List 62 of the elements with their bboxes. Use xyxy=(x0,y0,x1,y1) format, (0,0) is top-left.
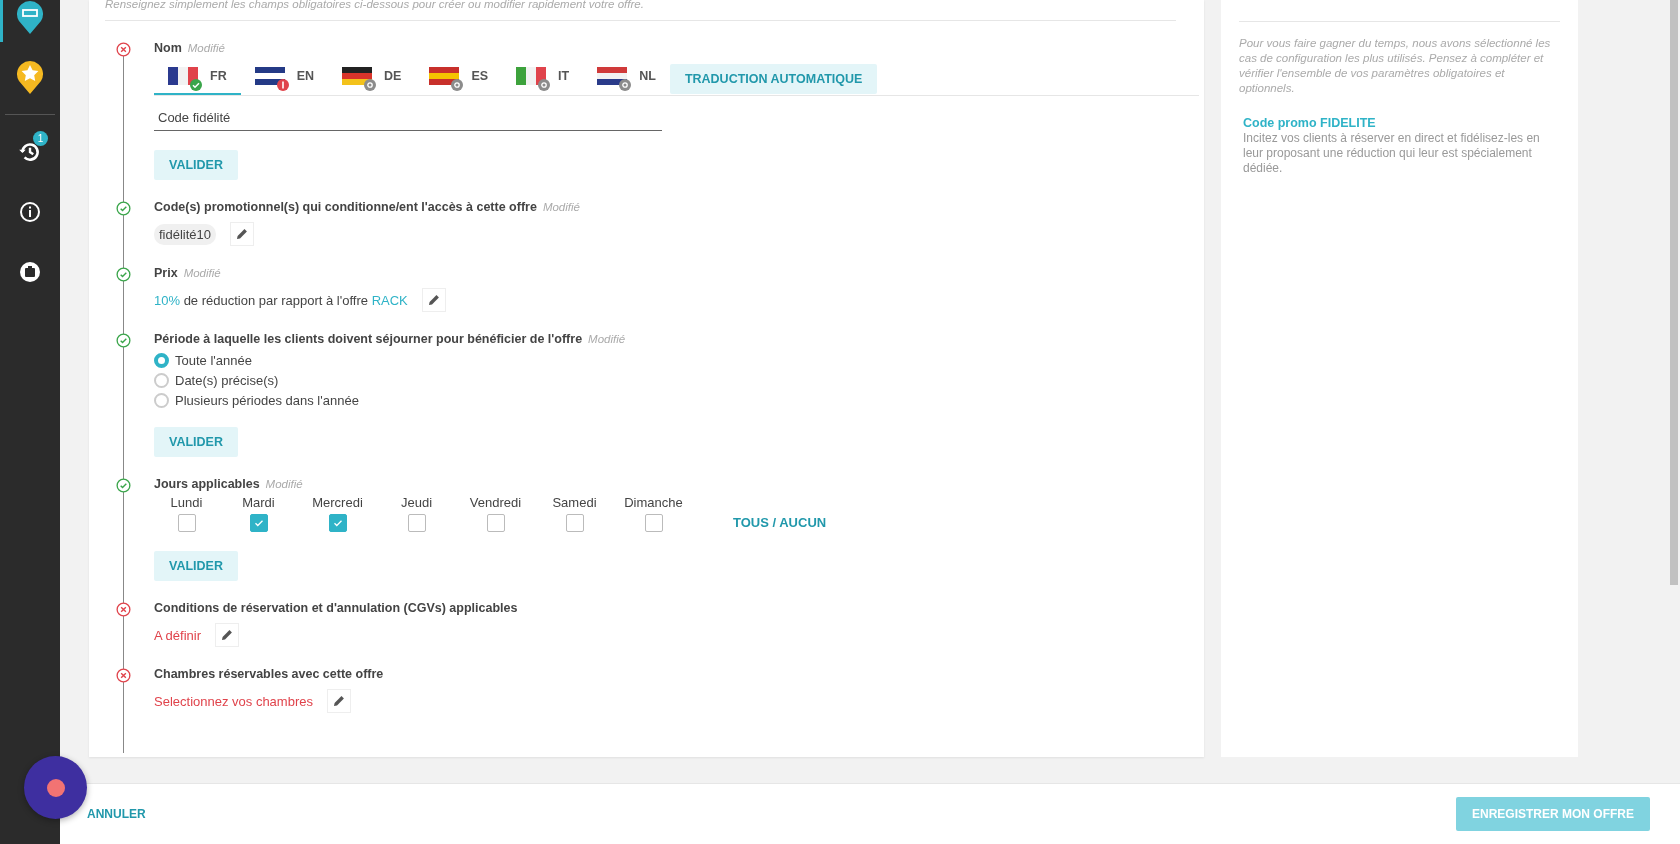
star-pin-icon xyxy=(15,59,45,95)
modified-label: Modifié xyxy=(183,267,221,279)
day-checkbox[interactable] xyxy=(249,514,268,532)
edit-button[interactable] xyxy=(327,689,351,713)
language-tab[interactable]: EN xyxy=(240,63,329,95)
modified-label: Modifié xyxy=(542,201,580,213)
flag-icon xyxy=(342,67,373,85)
edit-button[interactable] xyxy=(215,623,239,647)
undefined-value-text: A définir xyxy=(154,627,201,643)
edit-button[interactable] xyxy=(421,288,446,312)
price-text: 10% de réduction par rapport à l'offre RACK xyxy=(154,292,408,308)
section-title: Conditions de réservation et d'annulation (CGVs) applicables xyxy=(154,601,518,615)
day-checkbox[interactable] xyxy=(177,514,196,532)
day-label: Mardi xyxy=(242,495,275,510)
section-title: Jours applicables xyxy=(154,477,260,491)
tip-title: Code promo FIDELITE xyxy=(1243,116,1377,130)
language-tab[interactable]: NL xyxy=(583,63,670,95)
flag-icon xyxy=(597,67,628,85)
flag-icon xyxy=(254,67,285,85)
radio-option[interactable]: Toute l'année xyxy=(154,353,1176,368)
day-checkbox[interactable] xyxy=(486,514,505,532)
day-label: Lundi xyxy=(170,495,203,510)
section-title: Période à laquelle les clients doivent séjourner pour bénéficier de l'offre xyxy=(154,332,583,346)
pencil-icon xyxy=(236,228,249,240)
day-label: Dimanche xyxy=(624,495,683,510)
day-label: Samedi xyxy=(552,495,597,510)
modified-label: Modifié xyxy=(588,333,626,345)
radio-option[interactable]: Plusieurs périodes dans l'année xyxy=(154,393,1176,408)
pencil-icon xyxy=(427,294,440,306)
promo-code-tag: fidélité10 xyxy=(154,223,217,245)
day-checkbox[interactable] xyxy=(407,514,426,532)
help-note: Pour vous faire gagner du temps, nous avons sélectionné les cas de configuration les plus utilisés. Pensez à compléter et vérifier l'ensemble de vos paramètres obligatoires et optionnels. xyxy=(1239,36,1552,96)
suitcase-icon xyxy=(18,260,42,284)
flag-icon xyxy=(168,67,198,85)
flag-icon xyxy=(429,67,460,85)
day-checkbox[interactable] xyxy=(644,514,663,532)
pencil-icon xyxy=(333,695,345,707)
day-checkbox[interactable] xyxy=(565,514,584,532)
name-input[interactable]: Code fidélité xyxy=(154,104,662,131)
modified-label: Modifié xyxy=(187,42,225,54)
bed-pin-icon xyxy=(15,0,45,35)
section-title: Code(s) promotionnel(s) qui conditionne/ent l'accès à cette offre xyxy=(154,200,537,214)
section-title: Prix xyxy=(154,266,178,280)
flag-icon xyxy=(516,67,547,85)
pencil-icon xyxy=(221,629,233,641)
day-checkbox[interactable] xyxy=(328,514,347,532)
day-label: Mercredi xyxy=(312,495,363,510)
modified-label: Modifié xyxy=(265,478,303,490)
language-tab[interactable]: FR xyxy=(154,63,241,95)
radio-option[interactable]: Date(s) précise(s) xyxy=(154,373,1176,388)
language-tab[interactable]: ES xyxy=(415,63,503,95)
language-tab[interactable]: IT xyxy=(502,63,584,95)
language-tab[interactable]: DE xyxy=(328,63,416,95)
info-icon xyxy=(18,200,42,224)
undefined-value-text: Selectionnez vos chambres xyxy=(154,693,313,709)
notification-badge: 1 xyxy=(33,131,48,146)
edit-button[interactable] xyxy=(230,222,255,246)
section-title: Nom xyxy=(154,41,182,55)
section-title: Chambres réservables avec cette offre xyxy=(154,667,384,681)
day-label: Jeudi xyxy=(400,495,433,510)
day-label: Vendredi xyxy=(469,495,522,510)
tip-text: Incitez vos clients à réserver en direct et fidélisez-les en leur proposant une réduction qui leur est spécialement dédiée. xyxy=(1243,131,1541,176)
